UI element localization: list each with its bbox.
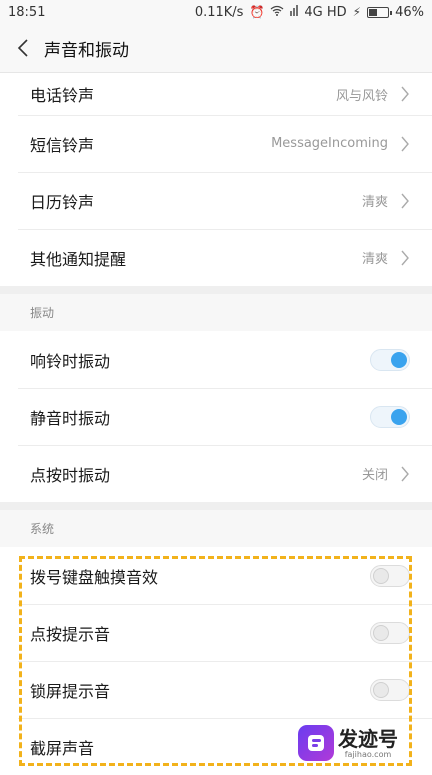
row-label: 短信铃声 (30, 135, 95, 155)
ringtone-sms-row[interactable]: 短信铃声 MessageIncoming (0, 115, 432, 172)
row-label: 点按提示音 (30, 624, 111, 644)
dialpad-touch-sound-row[interactable]: 拨号键盘触摸音效 (0, 547, 432, 604)
row-label: 响铃时振动 (30, 351, 111, 371)
watermark-title: 发迹号 (338, 726, 398, 751)
row-value: 关闭 (361, 468, 388, 483)
watermark-url: fajihao.com (344, 749, 392, 759)
section-header-system: 系统 (0, 510, 432, 547)
app-header: 声音和振动 (0, 24, 432, 73)
vibrate-on-silent-row[interactable]: 静音时振动 (0, 388, 432, 445)
status-bar: 18:51 0.11K/s ⏰ 4G HD ⚡ 46% (0, 0, 432, 24)
vibrate-on-tap-row[interactable]: 点按时振动 关闭 (0, 445, 432, 502)
ringtone-other-row[interactable]: 其他通知提醒 清爽 (0, 229, 432, 286)
ringtone-group: 电话铃声 风与风铃 短信铃声 MessageIncoming 日历铃声 清爽 其… (0, 73, 432, 286)
row-label: 日历铃声 (30, 192, 95, 212)
vibrate-on-ring-toggle[interactable] (370, 348, 410, 371)
status-time: 18:51 (8, 4, 46, 20)
row-value: 风与风铃 (335, 88, 388, 104)
section-divider (0, 286, 432, 294)
section-header-vibration: 振动 (0, 294, 432, 331)
lock-screen-sound-toggle[interactable] (370, 678, 410, 701)
row-value: 清爽 (361, 195, 388, 210)
signal-icon (290, 5, 299, 19)
row-label: 点按时振动 (30, 465, 111, 485)
tap-sound-toggle[interactable] (370, 621, 410, 644)
status-icons: 0.11K/s ⏰ 4G HD ⚡ 46% (195, 5, 424, 20)
row-value: 清爽 (361, 252, 388, 267)
row-label: 截屏声音 (30, 738, 95, 758)
lock-screen-sound-row[interactable]: 锁屏提示音 (0, 661, 432, 718)
chevron-right-icon (401, 86, 409, 102)
tap-sound-row[interactable]: 点按提示音 (0, 604, 432, 661)
vibration-group: 响铃时振动 静音时振动 点按时振动 关闭 (0, 331, 432, 502)
battery-icon (367, 6, 393, 18)
wifi-icon (270, 5, 284, 19)
section-divider (0, 502, 432, 510)
watermark: 发迹号 fajihao.com (298, 720, 428, 766)
ringtone-calendar-row[interactable]: 日历铃声 清爽 (0, 172, 432, 229)
page-title: 声音和振动 (44, 40, 129, 61)
network-speed: 0.11K/s (194, 4, 244, 20)
chevron-right-icon (401, 136, 409, 151)
network-type: 4G HD (304, 4, 347, 20)
watermark-logo-icon (298, 725, 334, 761)
vibrate-on-ring-row[interactable]: 响铃时振动 (0, 331, 432, 388)
row-label: 其他通知提醒 (30, 249, 127, 269)
chevron-right-icon (401, 250, 409, 265)
row-label: 锁屏提示音 (30, 681, 111, 701)
chevron-right-icon (401, 466, 409, 481)
vibrate-on-silent-toggle[interactable] (370, 405, 410, 428)
ringtone-phone-row[interactable]: 电话铃声 风与风铃 (0, 73, 432, 115)
alarm-icon: ⏰ (249, 5, 265, 19)
row-value: MessageIncoming (271, 136, 388, 151)
battery-percent: 46% (395, 4, 424, 20)
charging-icon: ⚡ (352, 5, 362, 19)
chevron-left-icon[interactable] (6, 31, 40, 65)
row-label: 电话铃声 (30, 86, 95, 105)
row-label: 静音时振动 (30, 408, 111, 428)
chevron-right-icon (401, 193, 409, 208)
settings-list: 电话铃声 风与风铃 短信铃声 MessageIncoming 日历铃声 清爽 其… (0, 73, 432, 775)
row-label: 拨号键盘触摸音效 (30, 567, 159, 587)
dialpad-touch-sound-toggle[interactable] (370, 564, 410, 587)
